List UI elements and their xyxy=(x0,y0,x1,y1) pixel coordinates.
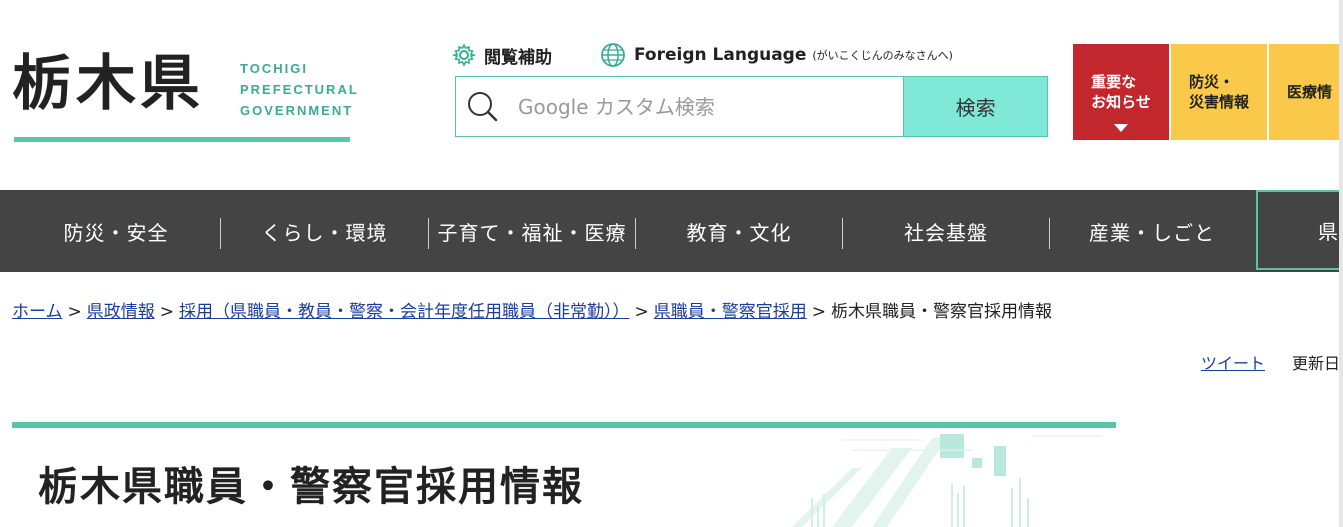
site-logo[interactable]: 栃木県 TOCHIGI PREFECTURAL GOVERNMENT xyxy=(12,44,357,144)
page-title: 栃木県職員・警察官採用情報 xyxy=(38,464,584,510)
accessibility-label: 閲覧補助 xyxy=(484,47,552,68)
foreign-language-label: Foreign Language xyxy=(634,45,807,65)
nav-item-prefecture[interactable]: 県 xyxy=(1256,190,1343,270)
updated-date-label: 更新日 xyxy=(1292,354,1341,373)
nav-item-childcare[interactable]: 子育て・福祉・医療 xyxy=(429,190,635,272)
decorative-pattern xyxy=(792,434,1102,527)
nav-item-infrastructure[interactable]: 社会基盤 xyxy=(843,190,1049,272)
nav-item-living[interactable]: くらし・環境 xyxy=(221,190,428,272)
search-box xyxy=(455,76,904,137)
accessibility-link[interactable]: 閲覧補助 xyxy=(452,42,552,68)
logo-en-line-2: PREFECTURAL xyxy=(240,82,359,97)
breadcrumb-prefectural-info[interactable]: 県政情報 xyxy=(87,302,155,322)
foreign-language-link[interactable]: Foreign Language (がいこくじんのみなさんへ) xyxy=(600,42,953,68)
disaster-info-tile[interactable]: 防災・ 災害情報 xyxy=(1171,44,1267,140)
gear-icon xyxy=(452,43,476,67)
main-nav: 防災・安全 くらし・環境 子育て・福祉・医療 教育・文化 社会基盤 産業・しごと… xyxy=(0,190,1343,272)
triangle-down-icon xyxy=(1114,124,1128,132)
title-area: 栃木県職員・警察官採用情報 xyxy=(12,428,1116,527)
emergency-label-1: 重要な xyxy=(1091,73,1137,91)
nav-item-education[interactable]: 教育・文化 xyxy=(636,190,842,272)
breadcrumb-separator: > xyxy=(67,302,82,322)
breadcrumb: ホーム > 県政情報 > 採用（県職員・教員・警察・会計年度任用職員（非常勤）） > 県職員… xyxy=(12,297,1052,322)
nav-item-safety[interactable]: 防災・安全 xyxy=(12,190,220,272)
breadcrumb-staff-police[interactable]: 県職員・警察官採用 xyxy=(654,302,807,322)
tweet-link[interactable]: ツイート xyxy=(1201,350,1265,374)
search-input[interactable] xyxy=(516,93,880,120)
globe-icon xyxy=(601,43,625,67)
scrollbar[interactable] xyxy=(1339,0,1343,527)
emergency-label-2: お知らせ xyxy=(1091,93,1151,111)
logo-en-line-3: GOVERNMENT xyxy=(240,103,354,118)
logo-kanji: 栃木県 xyxy=(12,49,204,119)
search-icon xyxy=(468,91,498,121)
disaster-label-1: 防災・ xyxy=(1188,73,1234,91)
breadcrumb-separator: > xyxy=(811,302,826,322)
search-button[interactable]: 検索 xyxy=(903,76,1048,137)
foreign-language-sub: (がいこくじんのみなさんへ) xyxy=(812,49,953,62)
nav-item-industry[interactable]: 産業・しごと xyxy=(1050,190,1254,272)
breadcrumb-current: 栃木県職員・警察官採用情報 xyxy=(831,302,1052,322)
medical-info-tile[interactable]: 医療情 xyxy=(1269,44,1343,140)
breadcrumb-recruitment[interactable]: 採用（県職員・教員・警察・会計年度任用職員（非常勤）） xyxy=(179,302,630,322)
search-form: 検索 xyxy=(455,76,1048,137)
breadcrumb-separator: > xyxy=(159,302,174,322)
breadcrumb-home[interactable]: ホーム xyxy=(12,302,63,322)
logo-underline xyxy=(14,137,350,142)
emergency-notice-tile[interactable]: 重要な お知らせ xyxy=(1073,44,1169,140)
medical-label: 医療情 xyxy=(1287,83,1333,101)
logo-en-line-1: TOCHIGI xyxy=(240,61,308,76)
logo-english: TOCHIGI PREFECTURAL GOVERNMENT xyxy=(240,58,359,121)
breadcrumb-separator: > xyxy=(634,302,649,322)
disaster-label-2: 災害情報 xyxy=(1188,93,1249,111)
